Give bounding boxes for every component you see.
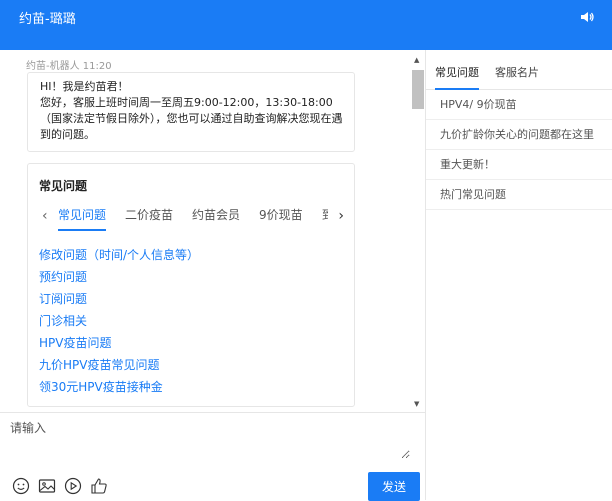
welcome-message: HI！我是约苗君！ 您好，客服上班时间周一至周五9:00-12:00，13:30… — [27, 72, 355, 152]
faq-tab[interactable]: 常见问题 — [58, 205, 107, 231]
chevron-left-icon[interactable]: ‹ — [42, 208, 48, 224]
chevron-right-icon[interactable]: › — [338, 208, 344, 224]
chat-scrollbar[interactable]: ▲ ▼ — [411, 50, 425, 412]
image-icon[interactable] — [38, 477, 56, 495]
side-question-item[interactable]: 重大更新！ — [426, 150, 612, 180]
faq-card: 常见问题 ‹ 常见问题 二价疫苗 约苗会员 9价现苗到 › 修改问题（时间/个人信息等… — [27, 163, 355, 407]
faq-card-title: 常见问题 — [39, 179, 88, 193]
faq-category-tabs: ‹ 常见问题 二价疫苗 约苗会员 9价现苗到 › — [40, 204, 348, 234]
message-sender-time: 约苗-机器人 11:20 — [26, 61, 112, 72]
faq-link-list: 修改问题（时间/个人信息等） 预约问题 订阅问题 门诊相关 HPV疫苗问题 九价HPV疫苗… — [39, 244, 199, 398]
faq-link[interactable]: HPV疫苗问题 — [39, 332, 199, 354]
faq-tab[interactable]: 到 — [322, 205, 328, 225]
emoji-icon[interactable] — [12, 477, 30, 495]
message-input[interactable] — [10, 419, 410, 459]
faq-link[interactable]: 订阅问题 — [39, 288, 199, 310]
scrollbar-thumb[interactable] — [412, 70, 424, 109]
side-question-item[interactable]: 热门常见问题 — [426, 180, 612, 210]
tab-common-questions[interactable]: 常见问题 — [435, 64, 479, 90]
side-panel: 常见问题 客服名片 HPV4/ 9价现苗 九价扩龄你关心的问题都在这里 重大更新！热… — [425, 50, 612, 500]
faq-link[interactable]: 九价HPV疫苗常见问题 — [39, 354, 199, 376]
tab-service-card[interactable]: 客服名片 — [495, 64, 539, 80]
side-panel-tabs: 常见问题 客服名片 — [426, 50, 612, 90]
side-question-item[interactable]: 九价扩龄你关心的问题都在这里 — [426, 120, 612, 150]
header-bar: 约苗-璐璐 — [0, 0, 612, 50]
play-icon[interactable] — [64, 477, 82, 495]
side-question-list: HPV4/ 9价现苗 九价扩龄你关心的问题都在这里 重大更新！ 热门常见问题 — [426, 90, 612, 210]
faq-tab-list: 常见问题 二价疫苗 约苗会员 9价现苗到 — [58, 204, 328, 234]
thumbs-up-icon[interactable] — [90, 477, 108, 495]
faq-link[interactable]: 领30元HPV疫苗接种金 — [39, 376, 199, 398]
faq-link[interactable]: 预约问题 — [39, 266, 199, 288]
send-button[interactable]: 发送 — [368, 472, 420, 501]
side-question-item[interactable]: HPV4/ 9价现苗 — [426, 90, 612, 120]
speaker-icon[interactable] — [580, 10, 594, 24]
faq-link[interactable]: 门诊相关 — [39, 310, 199, 332]
scroll-up-icon[interactable]: ▲ — [414, 56, 419, 64]
scroll-down-icon[interactable]: ▼ — [414, 400, 419, 408]
faq-link[interactable]: 修改问题（时间/个人信息等） — [39, 244, 199, 266]
chat-message-area[interactable]: 约苗-机器人 11:20 HI！我是约苗君！ 您好，客服上班时间周一至周五9:0… — [0, 50, 425, 412]
faq-tab[interactable]: 约苗会员 — [192, 205, 240, 225]
message-composer: 发送 — [0, 412, 425, 501]
faq-tab[interactable]: 9价现苗 — [259, 205, 303, 225]
chat-title: 约苗-璐璐 — [19, 12, 76, 27]
faq-tab[interactable]: 二价疫苗 — [125, 205, 173, 225]
